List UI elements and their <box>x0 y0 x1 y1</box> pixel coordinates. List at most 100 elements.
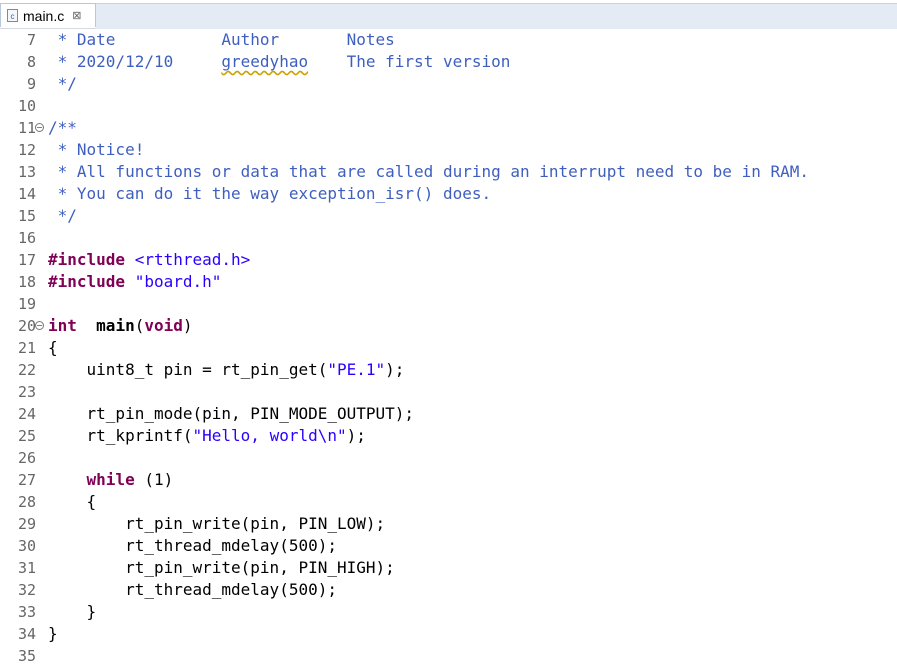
code-text: rt_pin_mode(pin, PIN_MODE_OUTPUT); <box>48 403 415 425</box>
code-text: * All functions or data that are called … <box>48 161 809 183</box>
code-line[interactable]: 32 rt_thread_mdelay(500); <box>0 579 897 601</box>
code-text: * Notice! <box>48 139 145 161</box>
c-file-icon: c <box>7 9 18 22</box>
code-token: uint8_t pin = rt_pin_get( <box>48 360 328 379</box>
code-token: rt_pin_write(pin, PIN_LOW); <box>48 514 386 533</box>
code-token: main <box>96 316 135 335</box>
code-text: } <box>48 601 97 623</box>
code-token: #include <box>48 250 126 269</box>
code-line[interactable]: 8 * 2020/12/10 greedyhao The first versi… <box>0 51 897 73</box>
code-line[interactable]: 11−/** <box>0 117 897 139</box>
code-editor[interactable]: 7 * Date Author Notes 8 * 2020/12/10 gree… <box>0 29 897 667</box>
code-line[interactable]: 30 rt_thread_mdelay(500); <box>0 535 897 557</box>
code-line[interactable]: 21 { <box>0 337 897 359</box>
code-line[interactable]: 25 rt_kprintf("Hello, world\n"); <box>0 425 897 447</box>
fold-toggle-icon[interactable]: − <box>35 123 44 132</box>
code-line[interactable]: 15 */ <box>0 205 897 227</box>
code-token: * You can do it the way exception_isr() … <box>48 184 492 203</box>
code-text: /** <box>48 117 77 139</box>
line-number: 13 <box>17 163 36 181</box>
code-token: */ <box>48 206 77 225</box>
line-number: 15 <box>17 207 36 225</box>
line-number: 17 <box>17 251 36 269</box>
code-text: uint8_t pin = rt_pin_get("PE.1"); <box>48 359 405 381</box>
code-line[interactable]: 31 rt_pin_write(pin, PIN_HIGH); <box>0 557 897 579</box>
code-token: void <box>144 316 183 335</box>
code-token: #include <box>48 272 126 291</box>
code-line[interactable]: 19 <box>0 293 897 315</box>
code-text: * You can do it the way exception_isr() … <box>48 183 491 205</box>
fold-toggle-icon[interactable]: − <box>35 321 44 330</box>
code-line[interactable]: 22 uint8_t pin = rt_pin_get("PE.1"); <box>0 359 897 381</box>
code-text: rt_thread_mdelay(500); <box>48 579 337 601</box>
code-line[interactable]: 24 rt_pin_mode(pin, PIN_MODE_OUTPUT); <box>0 403 897 425</box>
code-token: rt_kprintf( <box>48 426 193 445</box>
code-token: "board.h" <box>125 272 222 291</box>
code-line[interactable]: 13 * All functions or data that are call… <box>0 161 897 183</box>
line-number: 30 <box>17 537 36 555</box>
code-line[interactable]: 29 rt_pin_write(pin, PIN_LOW); <box>0 513 897 535</box>
code-text: rt_thread_mdelay(500); <box>48 535 337 557</box>
line-number: 10 <box>17 97 36 115</box>
line-number: 27 <box>17 471 36 489</box>
code-text: */ <box>48 205 77 227</box>
tab-title: main.c <box>23 7 65 24</box>
code-line[interactable]: 27 while (1) <box>0 469 897 491</box>
line-number: 19 <box>17 295 36 313</box>
line-number: 31 <box>17 559 36 577</box>
code-token: { <box>48 338 58 357</box>
code-token: * All functions or data that are called … <box>48 162 809 181</box>
code-text: { <box>48 337 58 359</box>
code-token: rt_pin_write(pin, PIN_HIGH); <box>48 558 395 577</box>
code-token: * 2020/12/10 <box>48 52 222 71</box>
tab-strip-empty <box>96 3 897 29</box>
code-line[interactable]: 17 #include <rtthread.h> <box>0 249 897 271</box>
code-token: ( <box>134 316 145 335</box>
code-text: int main(void) <box>48 315 193 337</box>
line-number: 9 <box>26 75 36 93</box>
line-number: 12 <box>17 141 36 159</box>
code-line[interactable]: 14 * You can do it the way exception_isr… <box>0 183 897 205</box>
code-token: * Date Author Notes <box>48 30 395 49</box>
code-text: { <box>48 491 97 513</box>
code-line[interactable]: 9 */ <box>0 73 897 95</box>
code-text: * 2020/12/10 greedyhao The first version <box>48 51 511 73</box>
code-line[interactable]: 10 <box>0 95 897 117</box>
line-number: 16 <box>17 229 36 247</box>
line-number: 26 <box>17 449 36 467</box>
code-line[interactable]: 20− int main(void) <box>0 315 897 337</box>
code-token: The first version <box>308 52 511 71</box>
line-number: 35 <box>17 647 36 665</box>
code-text: * Date Author Notes <box>48 29 395 51</box>
code-token: int <box>48 316 77 335</box>
code-line[interactable]: 34} <box>0 623 897 645</box>
code-token: greedyhao <box>221 52 309 71</box>
code-token: rt_thread_mdelay(500); <box>48 580 337 599</box>
code-token: "Hello, world\n" <box>192 426 347 445</box>
code-line[interactable]: 26 <box>0 447 897 469</box>
close-icon[interactable]: ⊠ <box>72 9 81 22</box>
line-number: 28 <box>17 493 36 511</box>
code-line[interactable]: 33 } <box>0 601 897 623</box>
code-text: rt_pin_write(pin, PIN_HIGH); <box>48 557 395 579</box>
code-token: ); <box>385 360 405 379</box>
code-token: (1) <box>134 470 174 489</box>
code-token: rt_pin_mode(pin, PIN_MODE_OUTPUT); <box>48 404 415 423</box>
code-token: */ <box>48 74 77 93</box>
code-line[interactable]: 35 <box>0 645 897 667</box>
code-line[interactable]: 23 <box>0 381 897 403</box>
editor-tab-bar: c main.c ⊠ <box>0 0 897 29</box>
line-number: 8 <box>26 53 36 71</box>
code-line[interactable]: 18 #include "board.h" <box>0 271 897 293</box>
tab-main-c[interactable]: c main.c ⊠ <box>0 3 96 27</box>
line-number: 34 <box>17 625 36 643</box>
line-number: 20 <box>17 317 36 335</box>
code-token: } <box>48 602 97 621</box>
code-line[interactable]: 12 * Notice! <box>0 139 897 161</box>
code-line[interactable]: 16 <box>0 227 897 249</box>
code-line[interactable]: 7 * Date Author Notes <box>0 29 897 51</box>
code-text: while (1) <box>48 469 174 491</box>
code-line[interactable]: 28 { <box>0 491 897 513</box>
